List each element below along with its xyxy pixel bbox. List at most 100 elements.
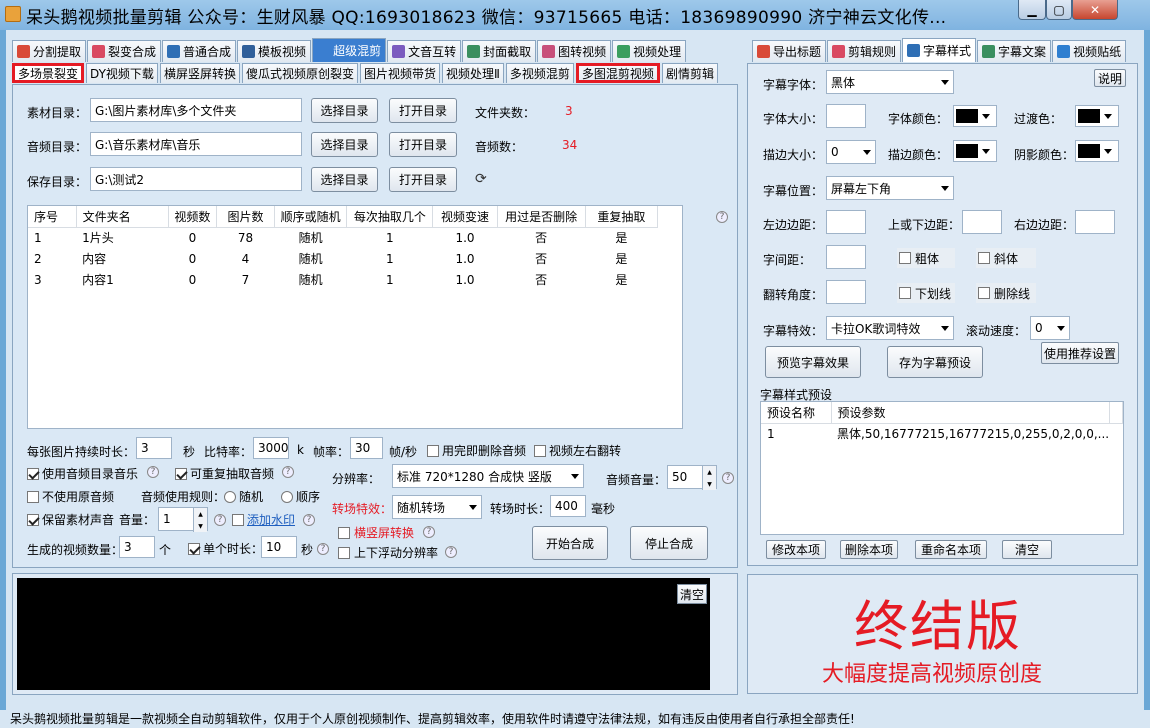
preview-button[interactable]: 预览字幕效果	[765, 346, 861, 378]
transition-duration-input[interactable]: 400	[550, 495, 586, 517]
column-header[interactable]: 用过是否删除	[497, 206, 586, 228]
column-header[interactable]: 图片数	[216, 206, 276, 228]
use-audio-music-checkbox[interactable]	[27, 467, 39, 480]
delete-preset-button[interactable]: 删除本项	[840, 540, 898, 559]
no-original-audio-option[interactable]: 不使用原音频	[27, 488, 114, 505]
clear-preset-button[interactable]: 清空	[1002, 540, 1052, 559]
stop-button[interactable]: 停止合成	[630, 526, 708, 560]
spin-buttons[interactable]: ▲ ▼	[702, 466, 716, 490]
transition-color-picker[interactable]	[1075, 105, 1119, 127]
single-duration-option[interactable]: 单个时长：	[188, 540, 263, 557]
tab-main-5[interactable]: 文音互转	[387, 40, 462, 62]
tab-sub-2[interactable]: 横屏竖屏转换	[159, 63, 240, 83]
scroll-speed-select[interactable]: 0	[1030, 316, 1070, 340]
spin-up-icon[interactable]: ▲	[194, 508, 207, 520]
shadow-color-picker[interactable]	[1075, 140, 1119, 162]
right-margin-input[interactable]	[1075, 210, 1115, 234]
use-recommended-button[interactable]: 使用推荐设置	[1041, 342, 1119, 364]
volume-stepper[interactable]: 1 ▲ ▼	[158, 507, 208, 532]
transition-select[interactable]: 随机转场	[392, 495, 482, 519]
italic-option[interactable]: 斜体	[976, 248, 1036, 268]
tab-main-2[interactable]: 普通合成	[162, 40, 237, 62]
strikeout-option[interactable]: 删除线	[976, 283, 1036, 303]
keep-sound-checkbox[interactable]	[27, 513, 39, 526]
save-choose-dir-button[interactable]: 选择目录	[311, 167, 378, 192]
material-choose-dir-button[interactable]: 选择目录	[311, 98, 378, 123]
table-row[interactable]: 3 内容1 0 7 随机 1 1.0 否 是	[28, 269, 658, 290]
minimize-button[interactable]: ▁	[1018, 0, 1046, 20]
font-color-picker[interactable]	[953, 105, 997, 127]
save-dir-input[interactable]: G:\测试2	[90, 167, 302, 191]
landscape-help-icon[interactable]: ?	[423, 526, 435, 538]
material-dir-input[interactable]: G:\图片素材库\多个文件夹	[90, 98, 302, 122]
underline-checkbox[interactable]	[899, 287, 911, 299]
tab-sub-5[interactable]: 视频处理Ⅱ	[441, 63, 504, 83]
save-open-dir-button[interactable]: 打开目录	[389, 167, 457, 192]
tab-main-6[interactable]: 封面截取	[462, 40, 537, 62]
watermark-checkbox[interactable]	[232, 513, 244, 526]
tab-right-1[interactable]: 剪辑规则	[827, 40, 902, 62]
tab-main-1[interactable]: 裂变合成	[87, 40, 162, 62]
table-row[interactable]: 2 内容 0 4 随机 1 1.0 否 是	[28, 248, 658, 269]
explain-button[interactable]: 说明	[1094, 69, 1126, 87]
audio-volume-stepper[interactable]: 50 ▲ ▼	[667, 465, 717, 490]
table-row[interactable]: 1 黑体,50,16777215,16777215,0,255,0,2,0,0,…	[761, 423, 1123, 444]
audio-dir-input[interactable]: G:\音乐素材库\音乐	[90, 132, 302, 156]
sequence-radio[interactable]	[281, 490, 293, 503]
maximize-button[interactable]: ▢	[1046, 0, 1072, 20]
underline-option[interactable]: 下划线	[897, 283, 955, 303]
tab-main-7[interactable]: 图转视频	[537, 40, 612, 62]
preset-col-name[interactable]: 预设名称	[761, 402, 832, 424]
tab-right-0[interactable]: 导出标题	[752, 40, 827, 62]
effect-select[interactable]: 卡拉OK歌词特效	[826, 316, 954, 340]
delete-audio-checkbox[interactable]	[427, 444, 439, 457]
rename-preset-button[interactable]: 重命名本项	[915, 540, 987, 559]
tab-main-8[interactable]: 视频处理	[612, 40, 687, 62]
log-console[interactable]	[17, 578, 710, 690]
table-row[interactable]: 1 1片头 0 78 随机 1 1.0 否 是	[28, 227, 658, 248]
repeat-audio-checkbox[interactable]	[175, 467, 187, 480]
spin-down-icon[interactable]: ▼	[194, 520, 207, 532]
tab-sub-3[interactable]: 傻瓜式视频原创裂变	[241, 63, 358, 83]
stroke-size-select[interactable]: 0	[826, 140, 876, 164]
random-radio[interactable]	[224, 490, 236, 503]
single-duration-input[interactable]: 10	[261, 536, 297, 558]
edit-preset-button[interactable]: 修改本项	[766, 540, 826, 559]
italic-checkbox[interactable]	[978, 252, 990, 264]
repeat-audio-option[interactable]: 可重复抽取音频	[175, 465, 274, 482]
tab-right-4[interactable]: 视频贴纸	[1052, 40, 1127, 62]
tab-sub-6[interactable]: 多视频混剪	[505, 63, 574, 83]
keep-sound-option[interactable]: 保留素材声音	[27, 511, 114, 528]
audio-choose-dir-button[interactable]: 选择目录	[311, 132, 378, 157]
tab-main-4[interactable]: 超级混剪	[312, 38, 387, 62]
bold-option[interactable]: 粗体	[897, 248, 955, 268]
repeat-audio-help-icon[interactable]: ?	[282, 466, 294, 478]
tab-right-2[interactable]: 字幕样式	[902, 38, 977, 62]
landscape-convert-option[interactable]: 横竖屏转换	[338, 524, 414, 541]
video-count-input[interactable]: 3	[119, 536, 155, 558]
refresh-icon[interactable]: ⟳	[475, 171, 487, 187]
use-audio-music-help-icon[interactable]: ?	[147, 466, 159, 478]
tab-main-3[interactable]: 模板视频	[237, 40, 312, 62]
delete-audio-option[interactable]: 用完即删除音频	[427, 442, 526, 459]
tab-sub-8[interactable]: 剧情剪辑	[661, 63, 718, 83]
audio-rule-sequence-option[interactable]: 顺序	[281, 488, 320, 505]
tab-main-0[interactable]: 分割提取	[12, 40, 87, 62]
tab-sub-4[interactable]: 图片视频带货	[359, 63, 440, 83]
column-header[interactable]: 重复抽取	[585, 206, 659, 228]
tab-sub-7[interactable]: 多图混剪视频	[575, 63, 660, 83]
size-input[interactable]	[826, 104, 866, 128]
font-select[interactable]: 黑体	[826, 70, 954, 94]
column-header[interactable]: 文件夹名	[76, 206, 169, 228]
resolution-select[interactable]: 标准 720*1280 合成快 竖版	[392, 464, 584, 488]
stroke-color-picker[interactable]	[953, 140, 997, 162]
close-button[interactable]: ✕	[1072, 0, 1118, 20]
flip-video-checkbox[interactable]	[534, 444, 546, 457]
strikeout-checkbox[interactable]	[978, 287, 990, 299]
column-header[interactable]: 每次抽取几个	[346, 206, 434, 228]
audio-open-dir-button[interactable]: 打开目录	[389, 132, 457, 157]
save-preset-button[interactable]: 存为字幕预设	[887, 346, 983, 378]
table-help-icon[interactable]: ?	[716, 211, 728, 223]
fps-input[interactable]: 30	[350, 437, 383, 459]
preset-col-params[interactable]: 预设参数	[831, 402, 1110, 424]
